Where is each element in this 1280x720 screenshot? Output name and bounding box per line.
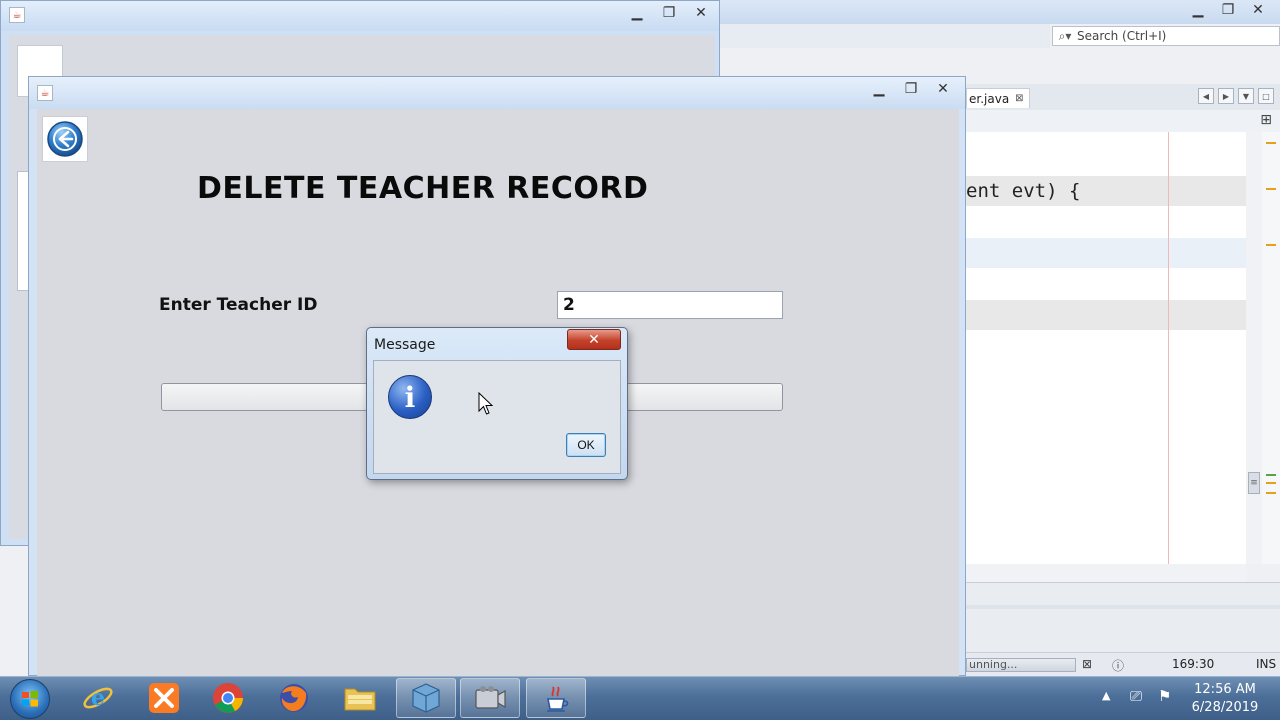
warning-marker[interactable] [1266, 482, 1276, 484]
dialog-title: Message [374, 337, 436, 353]
taskbar-chrome[interactable] [198, 678, 258, 718]
network-icon[interactable]: ⎚ [1130, 687, 1142, 705]
warning-marker[interactable] [1266, 188, 1276, 190]
code-editor[interactable]: ent evt) { [966, 132, 1246, 564]
taskbar: e ▲ ⎚ ⚑ 12:56 AM 6/28/2019 [0, 676, 1280, 720]
back-arrow-icon [47, 121, 83, 157]
change-marker[interactable] [1266, 474, 1276, 476]
window-titlebar: ☕ ▁ ❐ ✕ [29, 77, 965, 109]
search-icon: ⌕▾ [1058, 28, 1072, 43]
tab-maximize-icon[interactable]: □ [1258, 88, 1274, 104]
expand-icon[interactable]: ⊞ [1260, 112, 1272, 128]
search-placeholder: Search (Ctrl+I) [1077, 29, 1167, 43]
tab-left-icon[interactable]: ◀ [1198, 88, 1214, 104]
taskbar-java[interactable] [526, 678, 586, 718]
close-icon: ✕ [588, 331, 600, 348]
ide-window-controls: ▁ ❐ ✕ [1184, 0, 1272, 22]
build-progress: unning... [966, 658, 1076, 672]
back-button[interactable] [42, 116, 88, 162]
right-margin-line [1168, 132, 1169, 564]
xampp-icon [149, 683, 179, 713]
code-line-highlight [966, 238, 1246, 268]
output-panel [966, 582, 1280, 653]
java-icon [547, 686, 569, 712]
parent-window-controls: ▁ ❐ ✕ [623, 3, 715, 23]
taskbar-video-recorder[interactable] [460, 678, 520, 718]
scrollbar-thumb[interactable]: ≡ [1248, 472, 1260, 494]
chrome-icon [213, 683, 243, 713]
window-controls: ▁ ❐ ✕ [865, 79, 957, 99]
ok-button[interactable]: OK [566, 433, 606, 457]
panel-divider [966, 605, 1280, 609]
warning-marker[interactable] [1266, 244, 1276, 246]
java-icon: ☕ [9, 7, 25, 23]
restore-icon[interactable]: ❐ [897, 79, 925, 99]
close-icon[interactable]: ✕ [1244, 0, 1272, 20]
ide-search-box[interactable]: ⌕▾ Search (Ctrl+I) [1052, 26, 1280, 46]
folder-icon [344, 688, 376, 711]
restore-icon[interactable]: ❐ [1214, 0, 1242, 20]
virtualbox-icon [412, 683, 440, 713]
tab-right-icon[interactable]: ▶ [1218, 88, 1234, 104]
taskbar-internet-explorer[interactable]: e [68, 678, 128, 718]
editor-horizontal-scrollbar[interactable] [966, 564, 1246, 582]
ide-toolbar [720, 24, 1050, 48]
taskbar-xampp[interactable] [134, 678, 194, 718]
minimize-icon[interactable]: ▁ [865, 79, 893, 99]
clock-date: 6/28/2019 [1191, 700, 1259, 715]
parent-titlebar: ☕ ▁ ❐ ✕ [1, 1, 719, 31]
error-stripe [1262, 132, 1280, 564]
taskbar-firefox[interactable] [264, 678, 324, 718]
editor-vertical-scrollbar[interactable]: ≡ [1246, 132, 1262, 564]
close-icon[interactable]: ✕ [687, 3, 715, 23]
ide-statusbar: unning... ⊠ ⓘ 169:30 INS [966, 652, 1280, 677]
minimize-icon[interactable]: ▁ [623, 3, 651, 23]
tab-close-icon[interactable]: ⊠ [1015, 93, 1023, 104]
taskbar-file-explorer[interactable] [330, 678, 390, 718]
system-clock[interactable]: 12:56 AM 6/28/2019 [1180, 681, 1270, 717]
restore-icon[interactable]: ❐ [655, 3, 683, 23]
cancel-task-icon[interactable]: ⊠ [1082, 657, 1092, 671]
caret-position: 169:30 [1172, 657, 1215, 671]
notifications-icon[interactable]: ⓘ [1112, 657, 1124, 674]
mouse-cursor-icon [478, 392, 494, 415]
editor-tabs: er.java ⊠ ◀ ▶ ▼ □ [966, 84, 1280, 111]
close-icon[interactable]: ✕ [929, 79, 957, 99]
editor-toolbar: ⊞ [966, 110, 1280, 133]
tab-label: er.java [969, 91, 1010, 106]
taskbar-virtualbox[interactable] [396, 678, 456, 718]
firefox-icon [280, 684, 308, 712]
svg-text:e: e [91, 685, 105, 711]
dialog-close-button[interactable]: ✕ [567, 329, 621, 350]
start-button[interactable] [10, 679, 50, 719]
insert-mode: INS [1256, 657, 1277, 671]
teacher-id-input[interactable] [557, 291, 783, 319]
show-hidden-icons-icon[interactable]: ▲ [1102, 689, 1110, 702]
tab-navigation: ◀ ▶ ▼ □ [1198, 88, 1274, 104]
code-line-highlight [966, 300, 1246, 330]
warning-marker[interactable] [1266, 142, 1276, 144]
code-line[interactable]: ent evt) { [966, 176, 1246, 206]
windows-logo-icon [22, 691, 38, 707]
tab-java-file[interactable]: er.java ⊠ [966, 88, 1030, 108]
minimize-icon[interactable]: ▁ [1184, 0, 1212, 20]
dialog-body: i OK [373, 360, 621, 474]
message-dialog: Message ✕ i OK [366, 327, 628, 480]
video-recorder-icon [475, 686, 506, 709]
ide-titlebar: ▁ ❐ ✕ [720, 0, 1280, 24]
internet-explorer-icon: e [83, 685, 113, 711]
tab-list-icon[interactable]: ▼ [1238, 88, 1254, 104]
action-center-icon[interactable]: ⚑ [1158, 687, 1171, 705]
warning-marker[interactable] [1266, 492, 1276, 494]
teacher-id-label: Enter Teacher ID [159, 295, 318, 315]
java-icon: ☕ [37, 85, 53, 101]
page-title: DELETE TEACHER RECORD [197, 171, 649, 206]
info-icon: i [388, 375, 432, 419]
clock-time: 12:56 AM [1194, 682, 1256, 697]
